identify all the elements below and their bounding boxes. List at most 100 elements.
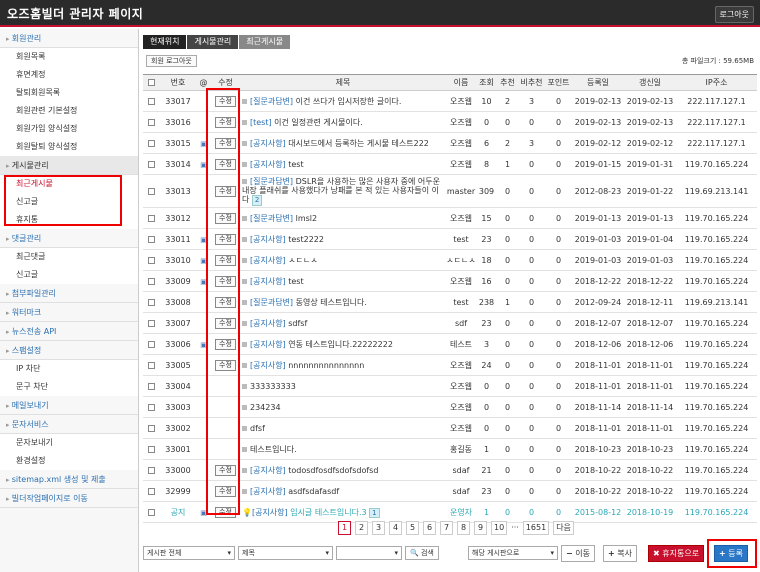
row-checkbox[interactable] xyxy=(148,424,155,432)
page-link[interactable]: 4 xyxy=(389,521,402,535)
table-row[interactable]: 공지 ▣ 수정 💡[공지사항] 임시글 테스트입니다.3 1 운영자 1 0 0 0 2015-0… xyxy=(143,501,757,523)
field-select[interactable]: 제목 xyxy=(238,546,333,560)
row-checkbox[interactable] xyxy=(148,445,155,453)
sidebar-section[interactable]: 게시물관리 xyxy=(0,156,138,175)
page-link[interactable]: 8 xyxy=(457,521,470,535)
sidebar-section[interactable]: 워터마크 xyxy=(0,303,138,322)
register-button[interactable]: + 등록 xyxy=(714,545,748,562)
post-title-text[interactable]: 333333333 xyxy=(250,382,296,391)
page-link[interactable]: 9 xyxy=(474,521,487,535)
sidebar-section[interactable]: 댓글관리 xyxy=(0,229,138,248)
sidebar-section[interactable]: 회원관리 xyxy=(0,29,138,48)
post-title[interactable]: [질문과답변] 동영상 테스트입니다. xyxy=(240,291,446,313)
trash-button[interactable]: ✖ 휴지통으로 xyxy=(648,545,705,562)
row-checkbox[interactable] xyxy=(148,508,155,516)
post-title[interactable]: dfsf xyxy=(240,417,446,439)
table-row[interactable]: 33008 수정 [질문과답변] 동영상 테스트입니다. test 238 1 0 0 2012… xyxy=(143,291,757,313)
table-row[interactable]: 33003 234234 오즈웹 0 0 0 0 2018-11-14 2018-11-14 11… xyxy=(143,396,757,418)
post-title-text[interactable]: 234234 xyxy=(250,403,281,412)
checkbox[interactable] xyxy=(148,79,155,86)
edit-button[interactable]: 수정 xyxy=(215,338,236,350)
page-link[interactable]: 1 xyxy=(338,521,351,535)
table-row[interactable]: 33007 수정 [공지사항] sdfsf sdf 23 0 0 0 2018-12-07 201… xyxy=(143,312,757,334)
post-title-text[interactable]: asdfsdafasdf xyxy=(288,487,339,496)
sidebar-item[interactable]: 신고글 xyxy=(0,193,138,211)
table-row[interactable]: 32999 수정 [공지사항] asdfsdafasdf sdaf 23 0 0 0 2018-… xyxy=(143,480,757,502)
sidebar-item[interactable]: 환경설정 xyxy=(0,452,138,470)
breadcrumb-item[interactable]: 게시물관리 xyxy=(187,35,239,49)
table-row[interactable]: 33017 수정 [질문과답변] 이건 쓰다가 임시저장한 글이다. 오즈웹 10 2 3 0… xyxy=(143,90,757,112)
sidebar-item[interactable]: 회원가입 양식설정 xyxy=(0,120,138,138)
edit-button[interactable]: 수정 xyxy=(215,275,236,287)
move-target-select[interactable]: 해당 게시판으로 xyxy=(468,546,558,560)
row-checkbox[interactable] xyxy=(148,97,155,105)
sidebar-section[interactable]: 메일보내기 xyxy=(0,396,138,415)
sidebar-item[interactable]: 문자보내기 xyxy=(0,434,138,452)
post-title[interactable]: [test] 이건 일정관련 게시물이다. xyxy=(240,111,446,133)
sidebar-item[interactable]: 회원목록 xyxy=(0,48,138,66)
row-checkbox[interactable] xyxy=(148,340,155,348)
table-row[interactable]: 33014 ▣ 수정 [공지사항] test 오즈웹 8 1 0 0 2019-01-15 2019… xyxy=(143,153,757,175)
sidebar-section[interactable]: sitemap.xml 생성 및 제출 xyxy=(0,470,138,489)
table-row[interactable]: 33001 테스트입니다. 홍길동 1 0 0 0 2018-10-23 2018-10-23 1… xyxy=(143,438,757,460)
table-row[interactable]: 33015 ▣ 수정 [공지사항] 대시보드에서 등록하는 게시물 테스트222 오즈웹… xyxy=(143,132,757,154)
row-checkbox[interactable] xyxy=(148,235,155,243)
table-row[interactable]: 33000 수정 [공지사항] todosdfosdfsdofsdofsd sdaf 2… xyxy=(143,459,757,481)
post-title-text[interactable]: 테스트입니다. xyxy=(250,445,297,454)
post-title-text[interactable]: 동영상 테스트입니다. xyxy=(296,298,367,307)
post-title-text[interactable]: todosdfosdfsdofsdofsd xyxy=(288,466,378,475)
table-row[interactable]: 33004 333333333 오즈웹 0 0 0 0 2018-11-01 2018-11-0… xyxy=(143,375,757,397)
edit-button[interactable]: 수정 xyxy=(215,359,236,371)
row-checkbox[interactable] xyxy=(148,466,155,474)
table-row[interactable]: 33011 ▣ 수정 [공지사항] test2222 test 23 0 0 0 2019-01-… xyxy=(143,228,757,250)
edit-button[interactable]: 수정 xyxy=(215,317,236,329)
post-title[interactable]: 333333333 xyxy=(240,375,446,397)
post-title[interactable]: [공지사항] ㅅㄷㄴㅅ xyxy=(240,249,446,271)
sidebar-item[interactable]: 회원관련 기본설정 xyxy=(0,102,138,120)
select-all-checkbox[interactable] xyxy=(143,74,160,91)
row-checkbox[interactable] xyxy=(148,277,155,285)
row-checkbox[interactable] xyxy=(148,403,155,411)
post-title[interactable]: [공지사항] test xyxy=(240,153,446,175)
page-link-last[interactable]: 1651 xyxy=(522,521,550,535)
table-row[interactable]: 33009 ▣ 수정 [공지사항] test 오즈웹 16 0 0 0 2018-12-22 201… xyxy=(143,270,757,292)
row-checkbox[interactable] xyxy=(148,361,155,369)
search-input[interactable] xyxy=(336,546,402,560)
post-title[interactable]: [질문과답변] 이건 쓰다가 임시저장한 글이다. xyxy=(240,90,446,112)
post-title-text[interactable]: 임시글 테스트입니다.3 xyxy=(290,508,366,517)
row-checkbox[interactable] xyxy=(148,139,155,147)
post-title-text[interactable]: test2222 xyxy=(288,235,324,244)
logout-button[interactable]: 로그아웃 xyxy=(714,6,754,23)
row-checkbox[interactable] xyxy=(148,187,155,195)
sidebar-item[interactable]: 탈퇴회원목록 xyxy=(0,84,138,102)
post-title[interactable]: 테스트입니다. xyxy=(240,438,446,460)
sidebar-item[interactable]: 문구 차단 xyxy=(0,378,138,396)
page-link[interactable]: 5 xyxy=(406,521,419,535)
row-checkbox[interactable] xyxy=(148,214,155,222)
sidebar-item[interactable]: IP 차단 xyxy=(0,360,138,378)
post-title[interactable]: [공지사항] test2222 xyxy=(240,228,446,250)
post-title[interactable]: [질문과답변] lmsl2 xyxy=(240,207,446,229)
edit-button[interactable]: 수정 xyxy=(215,233,236,245)
row-checkbox[interactable] xyxy=(148,382,155,390)
sidebar-item[interactable]: 신고글 xyxy=(0,266,138,284)
table-row[interactable]: 33010 ▣ 수정 [공지사항] ㅅㄷㄴㅅ ㅅㄷㄴㅅ 18 0 0 0 2019-01-03 20… xyxy=(143,249,757,271)
member-logout-button[interactable]: 회원 로그아웃 xyxy=(146,55,197,67)
board-select[interactable]: 게시판 전체 xyxy=(143,546,235,560)
table-row[interactable]: 33013 수정 [질문과답변] DSLR을 사용하는 많은 사용자 중에 어두운 … xyxy=(143,174,757,208)
edit-button[interactable]: 수정 xyxy=(215,185,236,197)
row-checkbox[interactable] xyxy=(148,319,155,327)
page-link[interactable]: 6 xyxy=(423,521,436,535)
page-link[interactable]: 3 xyxy=(372,521,385,535)
post-title-text[interactable]: test xyxy=(288,160,303,169)
table-row[interactable]: 33005 수정 [공지사항] nnnnnnnnnnnnnnn 오즈웹 24 0 0 0 201… xyxy=(143,354,757,376)
edit-button[interactable]: 수정 xyxy=(215,254,236,266)
edit-button[interactable]: 수정 xyxy=(215,485,236,497)
post-title[interactable]: [공지사항] 연동 테스트입니다.22222222 xyxy=(240,333,446,355)
edit-button[interactable]: 수정 xyxy=(215,116,236,128)
post-title-text[interactable]: lmsl2 xyxy=(296,214,318,223)
sidebar-section[interactable]: 스팸설정 xyxy=(0,341,138,360)
search-button[interactable]: 🔍 검색 xyxy=(405,546,439,560)
table-row[interactable]: 33006 ▣ 수정 [공지사항] 연동 테스트입니다.22222222 테스트 3 0 0 0… xyxy=(143,333,757,355)
row-checkbox[interactable] xyxy=(148,298,155,306)
